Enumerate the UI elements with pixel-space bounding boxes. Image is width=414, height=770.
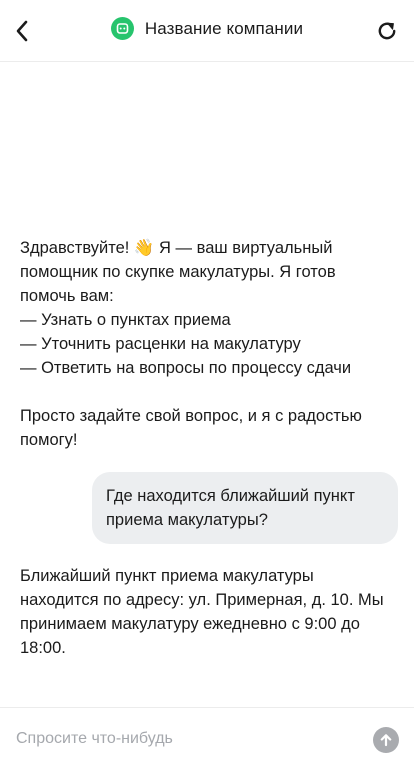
message-line: помочь вам: — [20, 287, 114, 305]
bot-message: Здравствуйте! 👋 Я — ваш виртуальный помо… — [20, 236, 392, 452]
message-line: — Ответить на вопросы по процессу сдачи — [20, 359, 352, 377]
header-title-group: Название компании — [0, 17, 414, 40]
arrow-up-icon — [380, 734, 392, 747]
chevron-left-icon — [16, 20, 28, 42]
message-line: принимаем макулатуру ежедневно с 9:00 до — [20, 615, 360, 633]
message-line: помощник по скупке макулатуры. Я готов — [20, 263, 336, 281]
message-line: — Уточнить расценки на макулатуру — [20, 335, 301, 353]
chat-messages: Здравствуйте! 👋 Я — ваш виртуальный помо… — [0, 62, 414, 707]
message-line: Где находится ближайший пункт — [106, 487, 355, 505]
chat-app: Название компании Здравствуйте! 👋 Я — ва… — [0, 0, 414, 770]
message-line: Ближайший пункт приема макулатуры — [20, 567, 314, 585]
company-logo — [110, 17, 134, 40]
refresh-button[interactable] — [374, 18, 400, 44]
send-button[interactable] — [373, 727, 399, 753]
message-line: приема макулатуры? — [106, 511, 268, 529]
bot-message: Ближайший пункт приема макулатуры находи… — [20, 564, 392, 660]
message-line: — Узнать о пунктах приема — [20, 311, 231, 329]
page-title: Название компании — [144, 18, 304, 38]
user-message: Где находится ближайший пункт приема мак… — [92, 472, 398, 544]
message-composer — [0, 707, 414, 770]
message-spacer — [20, 380, 392, 404]
message-line: находится по адресу: ул. Примерная, д. 1… — [20, 591, 384, 609]
message-line: Здравствуйте! 👋 Я — ваш виртуальный — [20, 239, 333, 257]
bot-icon — [116, 23, 129, 34]
chat-header: Название компании — [0, 0, 414, 62]
message-line: Просто задайте свой вопрос, и я с радост… — [20, 407, 362, 425]
message-line: 18:00. — [20, 639, 66, 657]
message-line: помогу! — [20, 431, 78, 449]
refresh-icon — [378, 22, 396, 40]
message-input[interactable] — [16, 722, 356, 756]
back-button[interactable] — [8, 16, 36, 46]
